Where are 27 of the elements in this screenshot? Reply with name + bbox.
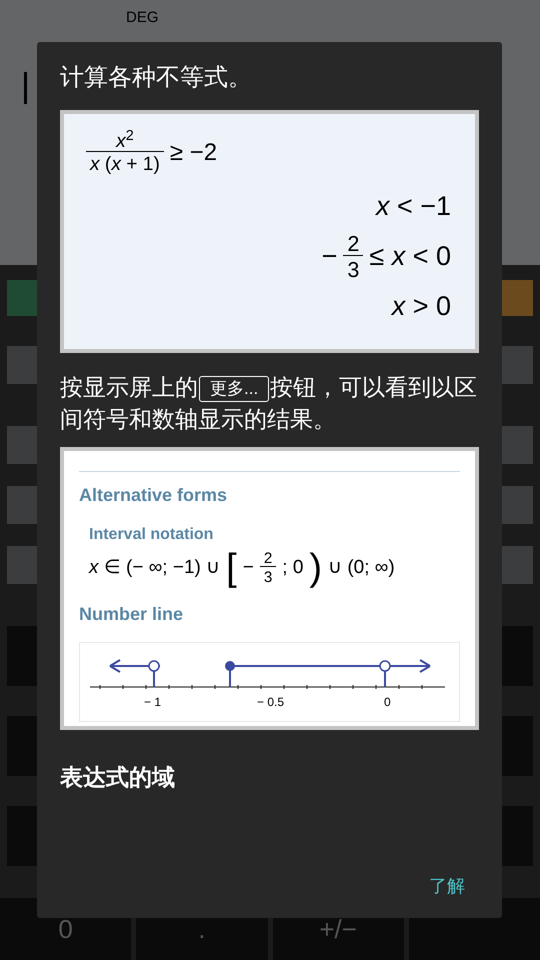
- section-heading: Number line: [79, 603, 184, 626]
- math-text: ∪ (0; ∞): [328, 556, 395, 580]
- section-heading: 表达式的域: [60, 763, 175, 792]
- more-button[interactable]: 更多...: [199, 376, 270, 402]
- math-text: −: [242, 556, 254, 580]
- math-text: x < −1: [376, 190, 451, 224]
- tick-label: − 0.5: [257, 694, 284, 711]
- intro-text: 计算各种不等式。: [60, 63, 253, 93]
- tick-label: − 1: [144, 694, 162, 711]
- tick-label: 0: [384, 694, 391, 711]
- section-subheading: Interval notation: [89, 525, 214, 545]
- hint-text: 按显示屏上的 更多... 按钮，可以看到以区间符号和数轴显示的结果。: [60, 373, 478, 434]
- section-heading: Alternative forms: [79, 471, 460, 509]
- fraction: 2 3: [260, 550, 276, 586]
- ok-button[interactable]: 了解: [415, 869, 479, 904]
- bracket: ): [309, 549, 322, 587]
- fraction: x$^{2}$ x (x + 1): [86, 132, 164, 174]
- math-text: −: [322, 240, 338, 274]
- text-cursor: [24, 72, 27, 104]
- bracket: [: [226, 549, 237, 587]
- angle-mode-label: DEG: [126, 8, 159, 28]
- math-text: ≤ x < 0: [369, 240, 451, 274]
- fraction: 2 3: [343, 232, 364, 280]
- math-text: x > 0: [392, 290, 451, 324]
- math-text: ≥ −2: [170, 138, 218, 168]
- math-text: x ∈ (− ∞; −1) ∪: [89, 556, 220, 580]
- math-text: ; 0: [282, 556, 304, 580]
